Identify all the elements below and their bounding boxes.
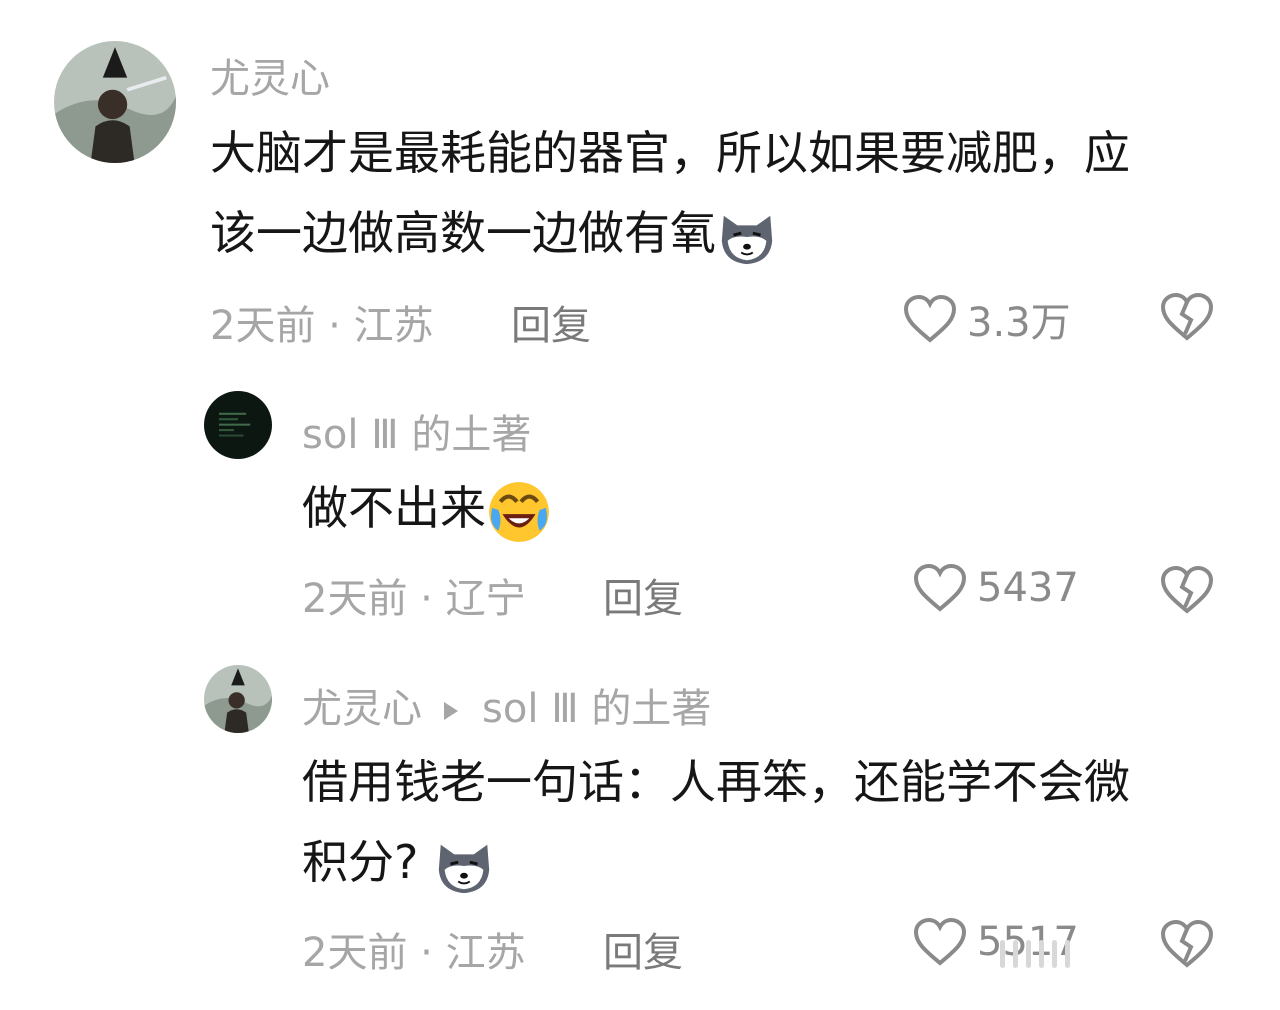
- heart-outline-icon: [913, 917, 967, 966]
- broken-heart-icon: [1160, 565, 1214, 614]
- broken-heart-icon: [1160, 292, 1214, 341]
- like-button[interactable]: 3.3万: [903, 290, 1071, 348]
- dislike-button[interactable]: [1160, 292, 1214, 346]
- comment-text: 借用钱老一句话：人再笨，还能学不会微 积分?: [302, 742, 1262, 902]
- username[interactable]: sol Ⅲ 的土著: [302, 402, 531, 460]
- comment-text-line: 积分?: [302, 822, 1262, 902]
- comment-text-line: 该一边做高数一边做有氧: [210, 193, 1250, 273]
- avatar-image-icon: [204, 665, 272, 733]
- comment-text-line: 借用钱老一句话：人再笨，还能学不会微: [302, 755, 1130, 809]
- comment-meta: 2天前 · 辽宁: [302, 576, 526, 622]
- reply-button[interactable]: 回复: [511, 293, 591, 351]
- avatar-image-icon: [204, 391, 272, 459]
- watermark: [1000, 940, 1070, 968]
- laughing-crying-emoji: [489, 481, 549, 542]
- avatar-image-icon: [54, 41, 176, 163]
- dislike-button[interactable]: [1160, 565, 1214, 619]
- avatar[interactable]: [204, 665, 272, 733]
- reply-arrow-icon: [444, 702, 458, 720]
- comment-meta: 2天前 · 江苏: [210, 303, 434, 349]
- reply-button[interactable]: 回复: [603, 566, 683, 624]
- username-reply-to[interactable]: sol Ⅲ 的土著: [482, 686, 711, 732]
- comment-text-line: 大脑才是最耗能的器官，所以如果要减肥，应: [210, 126, 1130, 180]
- comment-text-line-2: 积分?: [302, 835, 419, 889]
- comment-text-line-1: 做不出来: [302, 481, 486, 535]
- username[interactable]: 尤灵心: [210, 46, 330, 104]
- comment-meta: 2天前 · 江苏: [302, 930, 526, 976]
- like-count: 3.3万: [967, 300, 1071, 346]
- reply-button[interactable]: 回复: [603, 920, 683, 978]
- avatar[interactable]: [54, 41, 176, 163]
- comment-text-line-2: 该一边做高数一边做有氧: [210, 206, 716, 260]
- avatar[interactable]: [204, 391, 272, 459]
- husky-face-emoji: [438, 844, 490, 893]
- dislike-button[interactable]: [1160, 919, 1214, 973]
- comment-text: 大脑才是最耗能的器官，所以如果要减肥，应 该一边做高数一边做有氧: [210, 113, 1250, 273]
- username: 尤灵心 sol Ⅲ 的土著: [302, 676, 711, 734]
- comment-text-line: 做不出来: [302, 468, 1242, 548]
- heart-outline-icon: [903, 294, 957, 343]
- comment-text: 做不出来: [302, 468, 1242, 548]
- like-count: 5437: [977, 565, 1079, 611]
- broken-heart-icon: [1160, 919, 1214, 968]
- husky-face-emoji: [721, 215, 773, 264]
- heart-outline-icon: [913, 563, 967, 612]
- username-author[interactable]: 尤灵心: [302, 686, 422, 732]
- like-button[interactable]: 5437: [913, 563, 1079, 613]
